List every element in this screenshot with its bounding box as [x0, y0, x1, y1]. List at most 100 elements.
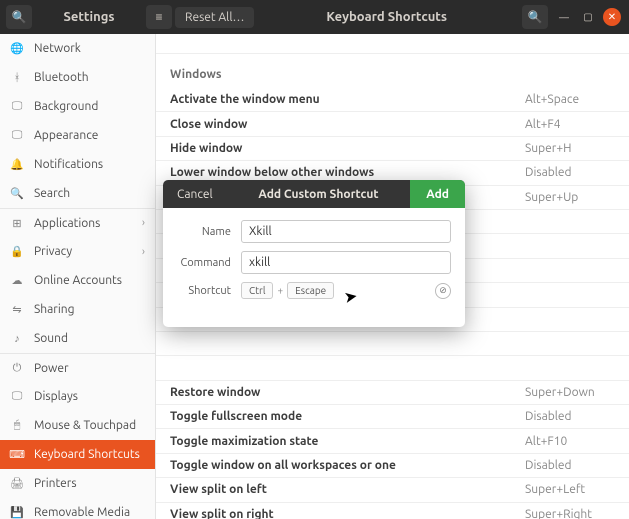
shortcut-value: Alt+F4 — [525, 118, 615, 131]
shortcut-value: Super+Up — [525, 191, 615, 204]
sidebar-item-search[interactable]: 🔍 Search — [0, 179, 155, 208]
sidebar-item-label: Power — [34, 362, 69, 375]
shortcut-label: Activate the window menu — [170, 93, 525, 106]
shortcut-label: Toggle maximization state — [170, 435, 525, 448]
chevron-right-icon: › — [142, 217, 145, 229]
sidebar-item-applications[interactable]: ⊞ Applications › — [0, 208, 155, 237]
sidebar-item-label: Network — [34, 42, 81, 55]
titlebar: 🔍 Settings ≡ Reset All… Keyboard Shortcu… — [0, 0, 629, 34]
sidebar-item-mouse-touchpad[interactable]: 🖱Mouse & Touchpad — [0, 411, 155, 440]
shortcut-label: Close window — [170, 118, 525, 131]
shortcut-row[interactable]: Hide windowSuper+H — [156, 136, 629, 160]
page-search-icon[interactable]: 🔍 — [522, 5, 548, 29]
shortcut-label: Restore window — [170, 386, 525, 399]
sidebar-item-label: Bluetooth — [34, 71, 89, 84]
sidebar-item-label: Removable Media — [34, 506, 130, 519]
sidebar-item-appearance[interactable]: 🖵 Appearance — [0, 121, 155, 150]
bluetooth-icon: ᚼ — [10, 72, 24, 84]
sidebar-item-sharing[interactable]: ⇋ Sharing — [0, 295, 155, 324]
shortcut-value: Super+H — [525, 142, 615, 155]
sidebar-item-displays[interactable]: 🖵 Displays — [0, 382, 155, 411]
sidebar-item-keyboard-shortcuts[interactable]: ⌨ Keyboard Shortcuts — [0, 440, 155, 469]
printers-icon: 🖨 — [10, 477, 24, 490]
displays-icon: 🖵 — [10, 390, 24, 403]
shortcut-label: Shortcut — [177, 285, 241, 297]
command-input[interactable] — [241, 251, 451, 274]
sidebar-item-privacy[interactable]: 🔒 Privacy › — [0, 237, 155, 266]
shortcut-label: View split on right — [170, 508, 525, 519]
search-icon[interactable]: 🔍 — [6, 5, 32, 29]
app-title: Settings — [35, 10, 143, 24]
sidebar-item-label: Sharing — [34, 303, 75, 316]
sidebar-item-network[interactable]: 🌐 Network — [0, 34, 155, 63]
sharing-icon: ⇋ — [10, 303, 24, 316]
sidebar-item-label: Applications — [34, 217, 100, 230]
add-button[interactable]: Add — [410, 180, 465, 208]
cancel-button[interactable]: Cancel — [163, 188, 227, 201]
keyboard-shortcuts-icon: ⌨ — [10, 448, 24, 461]
shortcut-label: Lower window below other windows — [170, 166, 525, 179]
online-accounts-icon: ☁ — [10, 274, 24, 287]
sidebar-item-label: Privacy — [34, 245, 72, 258]
name-label: Name — [177, 226, 241, 238]
shortcut-row[interactable]: Restore windowSuper+Down — [156, 380, 629, 404]
keycap-escape: Escape — [287, 282, 334, 299]
chevron-right-icon: › — [142, 246, 145, 258]
shortcut-row[interactable]: Activate the window menuAlt+Space — [156, 87, 629, 111]
background-icon: 🖵 — [10, 100, 24, 113]
sidebar-item-label: Mouse & Touchpad — [34, 419, 136, 432]
sidebar-item-label: Online Accounts — [34, 274, 122, 287]
shortcut-label: Toggle window on all workspaces or one — [170, 459, 525, 472]
shortcut-value: Super+Left — [525, 483, 615, 496]
applications-icon: ⊞ — [10, 217, 24, 230]
dialog-title: Add Custom Shortcut — [227, 188, 411, 201]
section-title: Windows — [156, 54, 629, 87]
shortcut-row[interactable] — [156, 331, 629, 355]
sidebar-item-online-accounts[interactable]: ☁ Online Accounts — [0, 266, 155, 295]
key-plus: + — [277, 285, 283, 296]
sidebar-item-notifications[interactable]: 🔔Notifications — [0, 150, 155, 179]
sidebar-item-background[interactable]: 🖵 Background — [0, 92, 155, 121]
sidebar-item-sound[interactable]: ♪Sound — [0, 324, 155, 353]
close-icon[interactable]: ✕ — [603, 8, 621, 26]
sidebar-item-bluetooth[interactable]: ᚼ Bluetooth — [0, 63, 155, 92]
keycap-ctrl: Ctrl — [241, 282, 273, 299]
sound-icon: ♪ — [10, 333, 24, 345]
sidebar-item-printers[interactable]: 🖨 Printers — [0, 469, 155, 498]
command-label: Command — [177, 257, 241, 269]
sidebar-item-label: Printers — [34, 477, 77, 490]
shortcut-row[interactable]: Close windowAlt+F4 — [156, 111, 629, 135]
network-icon: 🌐 — [10, 42, 24, 55]
sidebar-item-label: Keyboard Shortcuts — [34, 448, 140, 461]
sidebar-item-power[interactable]: ⏻ Power — [0, 353, 155, 382]
shortcut-row[interactable]: Toggle fullscreen modeDisabled — [156, 404, 629, 428]
sidebar-item-label: Search — [34, 187, 70, 200]
clear-shortcut-icon[interactable]: ⊘ — [435, 283, 451, 299]
notifications-icon: 🔔 — [10, 158, 24, 171]
shortcut-row[interactable]: Toggle maximization stateAlt+F10 — [156, 428, 629, 452]
name-input[interactable] — [241, 220, 451, 243]
sidebar-item-label: Displays — [34, 390, 78, 403]
shortcut-row[interactable]: View split on leftSuper+Left — [156, 477, 629, 501]
shortcut-label: View split on left — [170, 483, 525, 496]
hamburger-icon[interactable]: ≡ — [146, 5, 172, 29]
reset-all-button[interactable]: Reset All… — [175, 7, 254, 28]
sidebar-item-removable-media[interactable]: 💾Removable Media — [0, 498, 155, 519]
shortcut-row[interactable]: View split on rightSuper+Right — [156, 502, 629, 519]
privacy-icon: 🔒 — [10, 245, 24, 258]
shortcut-value: Disabled — [525, 459, 615, 472]
power-icon: ⏻ — [10, 362, 24, 375]
page-title: Keyboard Shortcuts — [254, 10, 519, 24]
shortcut-row[interactable]: Toggle window on all workspaces or oneDi… — [156, 453, 629, 477]
maximize-icon[interactable]: ▢ — [579, 8, 597, 26]
sidebar-item-label: Background — [34, 100, 98, 113]
search-icon: 🔍 — [10, 187, 24, 200]
shortcut-value: Alt+Space — [525, 93, 615, 106]
minimize-icon[interactable]: — — [555, 8, 573, 26]
sidebar: 🌐 Network ᚼ Bluetooth 🖵 Background 🖵 Appearance… — [0, 34, 156, 519]
sidebar-item-label: Appearance — [34, 129, 98, 142]
shortcut-row[interactable] — [156, 355, 629, 379]
shortcut-label: Hide window — [170, 142, 525, 155]
shortcut-value: Super+Right — [525, 508, 615, 519]
appearance-icon: 🖵 — [10, 129, 24, 142]
